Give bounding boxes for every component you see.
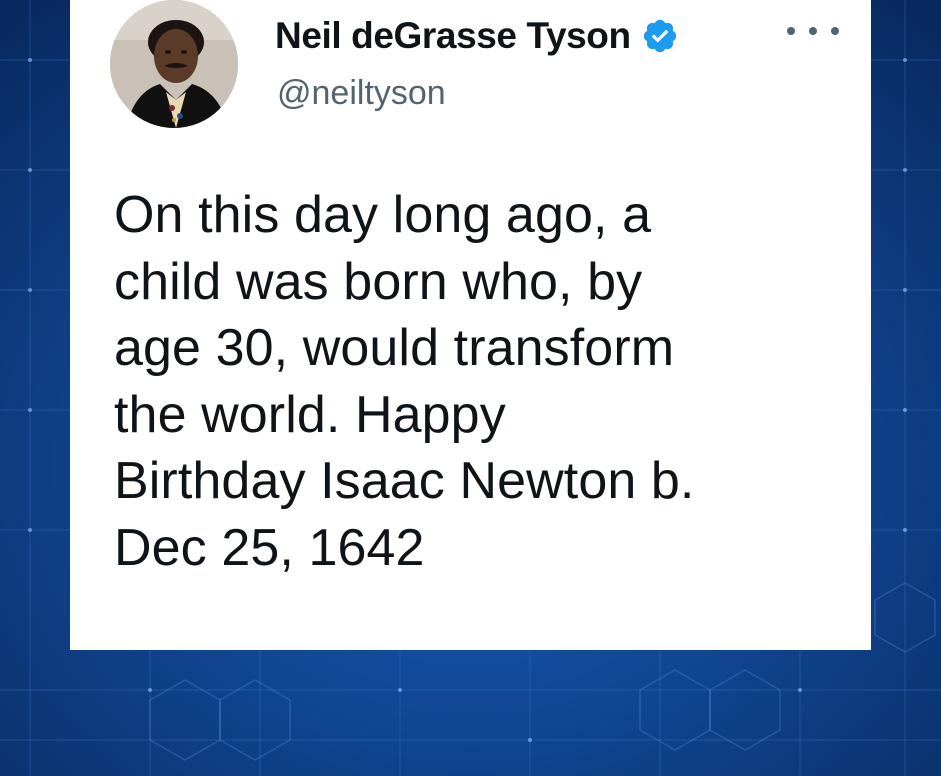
verified-badge-icon [641,17,679,55]
tweet-text-line: age 30, would transform [114,319,675,377]
tweet-text-line: Dec 25, 1642 [114,518,425,577]
tweet-text-line: child was born who, by [114,252,643,311]
tweet-text: On this day long ago, a child was born w… [114,182,854,581]
dot-icon [787,27,795,35]
author-display-name[interactable]: Neil deGrasse Tyson [275,15,631,57]
tweet-text-line: Birthday Isaac Newton b. [114,452,695,510]
dot-icon [831,27,839,35]
author-avatar[interactable] [110,0,238,128]
author-name-row: Neil deGrasse Tyson [275,14,679,58]
tweet-card: Neil deGrasse Tyson @neiltyson On this d… [70,0,871,650]
tweet-text-line: the world. Happy [114,385,506,444]
tweet-text-line: On this day long ago, a [114,186,652,244]
dot-icon [809,27,817,35]
profile-photo-icon [110,0,238,128]
author-handle[interactable]: @neiltyson [277,74,446,113]
more-options-icon[interactable] [787,16,839,46]
